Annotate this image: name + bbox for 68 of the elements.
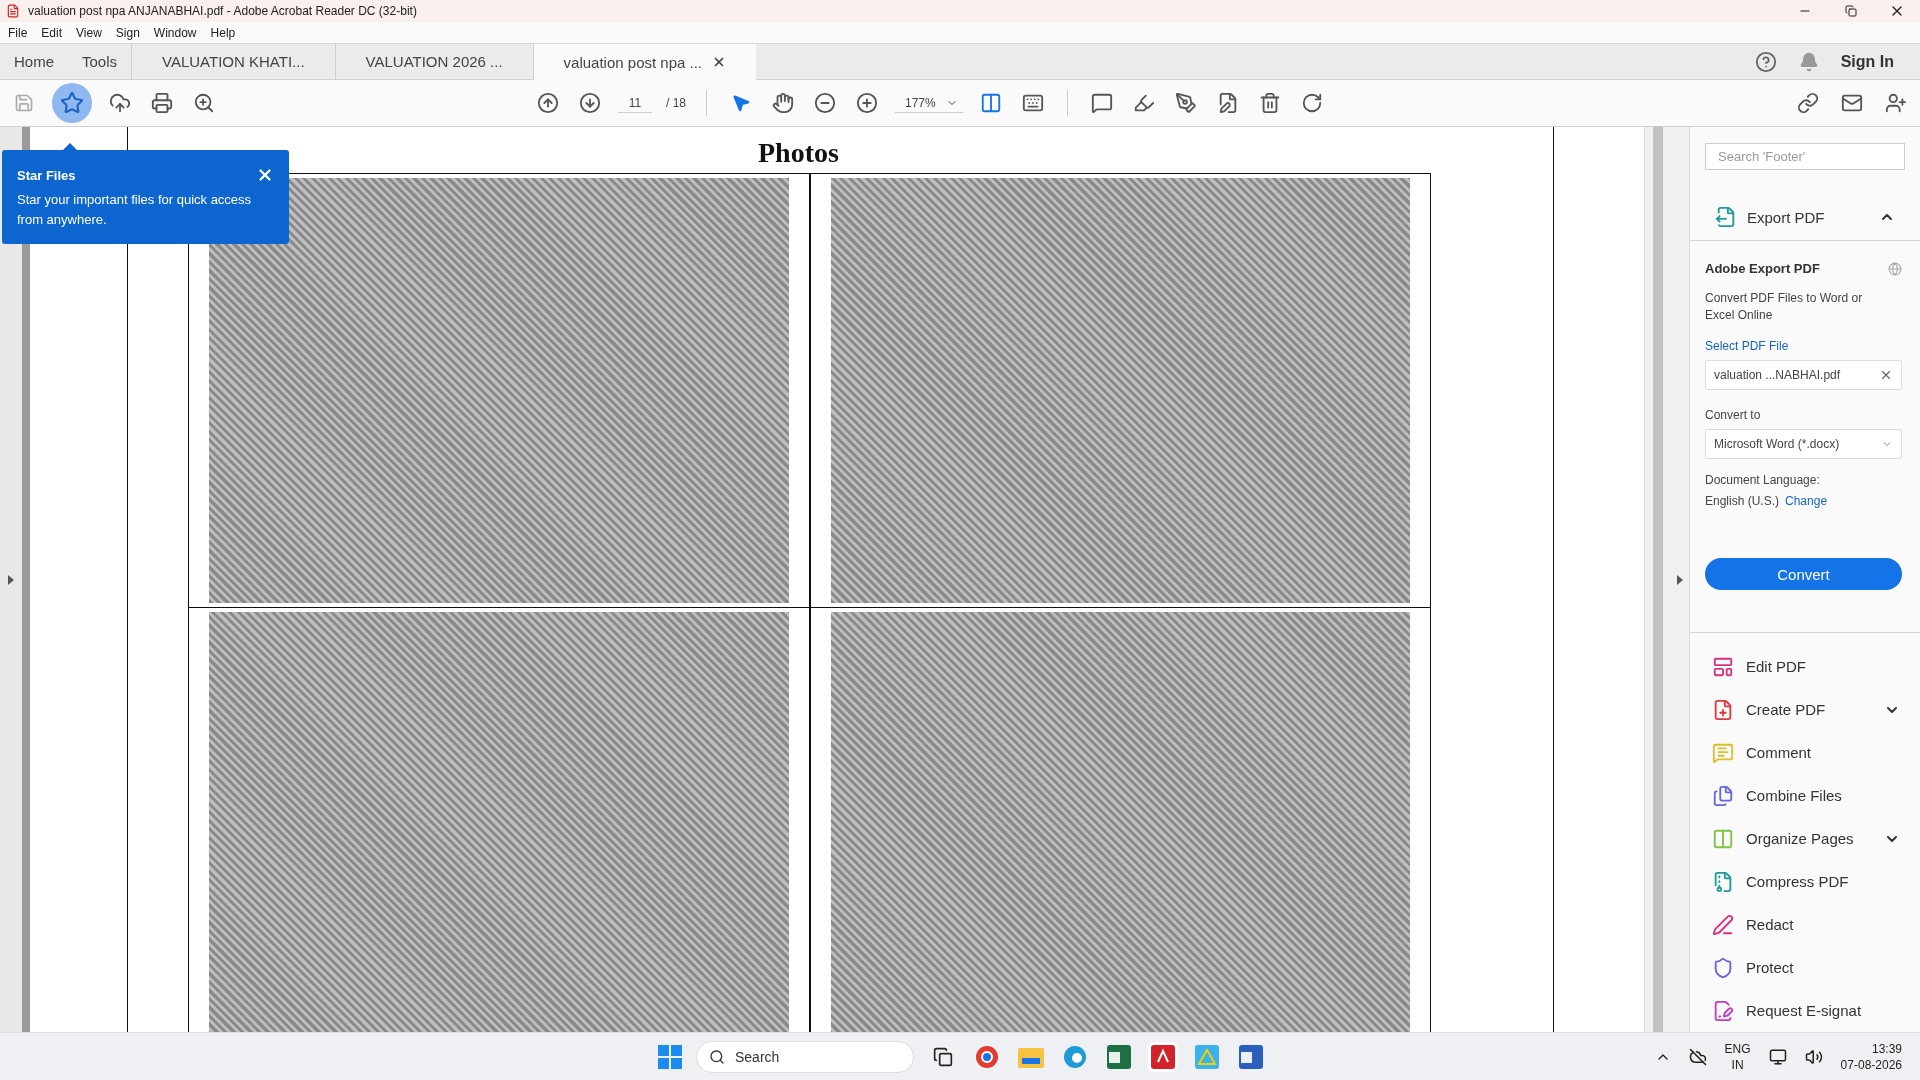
scrollbar-thumb[interactable] <box>1652 127 1663 1032</box>
help-icon[interactable] <box>1754 50 1777 73</box>
network-icon[interactable] <box>1768 1047 1787 1066</box>
export-pdf-icon <box>1715 206 1737 229</box>
format-dropdown[interactable]: Microsoft Word (*.docx) <box>1705 429 1902 460</box>
zoom-dropdown[interactable]: 177% <box>895 93 963 113</box>
menu-item[interactable]: File <box>8 25 28 40</box>
document-tab[interactable]: VALUATION 2026 ... <box>334 44 533 79</box>
tool-item[interactable]: Comment <box>1712 731 1900 774</box>
clock[interactable]: 13:39 07-08-2026 <box>1840 1040 1902 1073</box>
tool-label: Create PDF <box>1746 701 1826 718</box>
menu-item[interactable]: Window <box>153 25 197 40</box>
menu-item[interactable]: View <box>76 25 102 40</box>
globe-icon <box>1888 261 1902 276</box>
tool-item[interactable]: Protect <box>1712 946 1900 989</box>
windows-start-icon[interactable] <box>658 1044 682 1069</box>
tool-item[interactable]: Request E-signat <box>1712 989 1900 1032</box>
pdf-file-icon <box>6 4 20 18</box>
tool-item[interactable]: Organize Pages <box>1712 817 1900 860</box>
tool-label: Organize Pages <box>1746 830 1854 847</box>
close-icon[interactable] <box>712 55 726 69</box>
taskbar-search-field[interactable]: Search <box>696 1040 914 1073</box>
cloud-off-icon[interactable] <box>1688 1047 1707 1066</box>
menu-item[interactable]: Sign <box>115 25 140 40</box>
input-language-indicator[interactable]: ENG IN <box>1724 1040 1751 1073</box>
change-link[interactable]: Change <box>1785 494 1828 509</box>
export-description: Convert PDF Files to Word or Excel Online <box>1705 290 1864 325</box>
nav-tab[interactable]: Tools <box>68 44 132 79</box>
field-label: Select PDF File <box>1705 339 1790 354</box>
search-field[interactable]: Search 'Footer' <box>1705 143 1905 171</box>
field-label: Document Language: <box>1705 473 1821 488</box>
language-value: English (U.S.) <box>1705 494 1780 509</box>
search-icon <box>709 1048 725 1065</box>
tool-item[interactable]: Redact <box>1712 903 1900 946</box>
tooltip-text: Star your important files for quick access from anywhere. <box>17 191 253 229</box>
field-label: Convert to <box>1705 408 1762 423</box>
export-heading: Adobe Export PDF <box>1705 261 1820 277</box>
close-button[interactable] <box>256 166 274 184</box>
convert-button[interactable]: Convert <box>1705 558 1902 591</box>
tool-label: Comment <box>1746 744 1812 761</box>
volume-icon[interactable] <box>1804 1047 1823 1066</box>
nav-tab[interactable]: Home <box>0 44 68 79</box>
page-count: / 18 <box>666 96 686 110</box>
document-tab[interactable]: valuation post npa ... <box>532 44 756 80</box>
page-heading: Photos <box>758 136 839 170</box>
tool-item[interactable]: Combine Files <box>1712 774 1900 817</box>
restore-icon[interactable] <box>1845 5 1857 17</box>
tool-item[interactable]: Edit PDF <box>1712 645 1900 688</box>
section-title: Export PDF <box>1747 208 1825 226</box>
tool-label: Redact <box>1746 916 1794 933</box>
tool-label: Protect <box>1746 959 1794 976</box>
tool-label: Combine Files <box>1746 787 1842 804</box>
tool-label: Compress PDF <box>1746 873 1849 890</box>
menu-item[interactable]: Edit <box>41 25 63 40</box>
tool-item[interactable]: Compress PDF <box>1712 860 1900 903</box>
tooltip-title: Star Files <box>17 167 76 183</box>
expand-arrow-icon[interactable] <box>8 574 14 585</box>
tool-item[interactable]: Create PDF <box>1712 688 1900 731</box>
page-number-field[interactable]: 11 <box>618 93 652 113</box>
menu-item[interactable]: Help <box>210 25 236 40</box>
window-title: valuation post npa ANJANABHAI.pdf - Adobe Acrobat Reader DC (32-bit) <box>28 4 417 18</box>
tool-label: Edit PDF <box>1746 658 1806 675</box>
sign-in-link[interactable]: Sign In <box>1840 52 1894 71</box>
expand-arrow-icon[interactable] <box>1676 574 1683 585</box>
file-field[interactable]: valuation ...NABHAI.pdf <box>1705 360 1902 391</box>
tool-label: Request E-signat <box>1746 1002 1862 1019</box>
export-pdf-header[interactable]: Export PDF <box>1705 200 1905 235</box>
document-tab[interactable]: VALUATION KHATI... <box>131 44 335 79</box>
